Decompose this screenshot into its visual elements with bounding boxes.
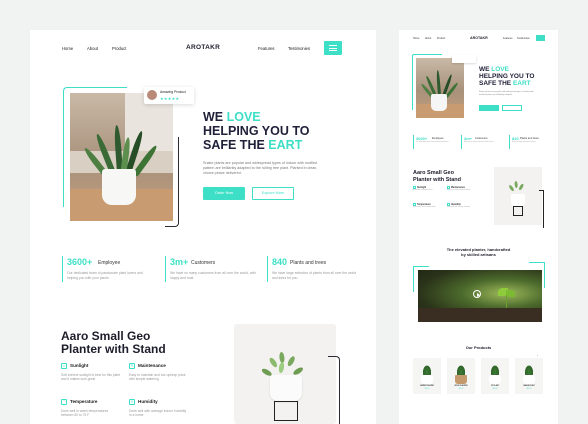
feature-temperature: ° Temperature Does well in warm temperat… — [61, 399, 109, 418]
hero-description: Snake plants are popular and widespread … — [203, 161, 318, 175]
main-landing-page: Home About Product AROTAKR Features Test… — [30, 30, 376, 424]
preview-hamburger-icon[interactable] — [536, 35, 545, 41]
preview-nav-product[interactable]: Product — [437, 37, 445, 40]
preview-geo-title: Aaro Small Geo Planter with Stand — [413, 170, 461, 183]
sprout-video-thumbnail[interactable] — [418, 270, 542, 322]
preview-feature-temperature-desc: Does well in warm temperatures — [413, 207, 436, 208]
geo-planter-title: Aaro Small Geo Planter with Stand — [61, 329, 166, 356]
product-list: WATER PLANTER $16.00 WOOD PLANTER $24.00… — [413, 358, 543, 398]
stats-row: 3600+ Employee Our dedicated team of pas… — [30, 256, 376, 312]
nav-home-link[interactable]: Home — [62, 46, 73, 51]
hamburger-icon[interactable] — [324, 41, 342, 55]
top-nav: Home About Product AROTAKR Features Test… — [30, 30, 376, 66]
product-card[interactable]: SNAKE PLANT $22.00 — [515, 358, 543, 394]
geo-planter-image — [234, 324, 336, 424]
product-card[interactable]: WOOD PLANTER $24.00 — [447, 358, 475, 394]
rating-stars: ★★★★★ — [160, 96, 180, 101]
feature-maintenance: ✎ Maintenance Easy to maintain and low u… — [129, 363, 186, 382]
geo-frame-dark — [328, 356, 340, 424]
nav-features-link[interactable]: Features — [258, 46, 275, 51]
preview-geo-frame — [539, 190, 544, 228]
avatar — [147, 90, 157, 100]
nav-testimonies-link[interactable]: Testimonies — [288, 46, 310, 51]
nav-product-link[interactable]: Product — [112, 46, 126, 51]
review-card: Amazing Product ★★★★★ — [144, 87, 194, 104]
preview-hero-image — [416, 58, 464, 118]
hero-plant-image — [70, 93, 173, 221]
preview-feature-maintenance: Maintenance — [447, 186, 465, 189]
preview-stat-customers: 3m+ Customers We have so many customers … — [461, 135, 507, 149]
preview-feature-sunlight-desc: Soft indirect sunlight is best — [413, 190, 433, 191]
tools-icon: ✎ — [129, 363, 135, 369]
stat-plants: 840 Plants and trees We have large selec… — [267, 256, 363, 282]
sun-icon — [413, 186, 416, 189]
elevated-planter-title: The elevated planter, handcrafted by ski… — [446, 247, 511, 257]
play-icon[interactable] — [473, 290, 481, 298]
preview-geo-image — [494, 167, 542, 225]
preview-feature-sunlight: Sunlight — [413, 186, 426, 189]
products-title: Our Products — [465, 345, 492, 350]
order-now-button[interactable]: Order Now — [203, 187, 245, 200]
nav-about-link[interactable]: About — [87, 46, 98, 51]
preview-stat-plants: 840 Plants and trees We have large selec… — [509, 135, 555, 149]
preview-feature-humidity: Humidity — [447, 203, 461, 206]
preview-logo[interactable]: AROTAKR — [470, 36, 488, 40]
thermometer-icon: ° — [61, 399, 67, 405]
droplet-icon: ◊ — [129, 399, 135, 405]
stat-employee: 3600+ Employee Our dedicated team of pas… — [62, 256, 158, 282]
tools-icon — [447, 186, 450, 189]
feature-humidity: ◊ Humidity Does well with average indoor… — [129, 399, 187, 418]
product-card[interactable]: WATER PLANTER $16.00 — [413, 358, 441, 394]
preview-explore-button[interactable] — [502, 105, 522, 111]
preview-nav-home[interactable]: Home — [413, 37, 419, 40]
preview-nav-testimonies[interactable]: Testimonies — [517, 37, 530, 40]
preview-description: Snake plants are popular and widespread … — [479, 91, 534, 96]
preview-order-button[interactable] — [479, 105, 499, 111]
explore-more-button[interactable]: Explore More — [252, 187, 294, 200]
full-page-preview: Home About Product AROTAKR Features Test… — [399, 30, 558, 424]
brand-logo[interactable]: AROTAKR — [186, 44, 220, 51]
preview-nav-features[interactable]: Features — [503, 37, 512, 40]
preview-stat-employee: 3600+ Employee Our dedicated team of pas… — [413, 135, 459, 149]
canvas: Home About Product AROTAKR Features Test… — [0, 0, 588, 424]
feature-sunlight: ☼ Sunlight Soft indirect sunlight is bes… — [61, 363, 121, 382]
reviewer-name: Amazing Product — [160, 90, 186, 94]
preview-feature-temperature: Temperature — [413, 203, 431, 206]
stat-customers: 3m+ Customers We have so many customers … — [165, 256, 261, 282]
preview-feature-maintenance-desc: Easy to maintain and low upkeep — [447, 190, 471, 191]
droplet-icon — [447, 203, 450, 206]
carousel-arrow-icon[interactable]: › — [537, 353, 538, 357]
product-card[interactable]: ZZ PLANT $18.00 — [481, 358, 509, 394]
preview-feature-humidity-desc: Does well with average humidity — [447, 207, 470, 208]
hero-headline: WE LOVE HELPING YOU TO SAFE THE EART — [203, 110, 310, 152]
preview-review-card — [452, 55, 476, 63]
preview-headline: WE LOVE HELPING YOU TO SAFE THE EART — [479, 66, 535, 88]
sun-icon: ☼ — [61, 363, 67, 369]
thermometer-icon — [413, 203, 416, 206]
preview-nav-about[interactable]: About — [425, 37, 431, 40]
